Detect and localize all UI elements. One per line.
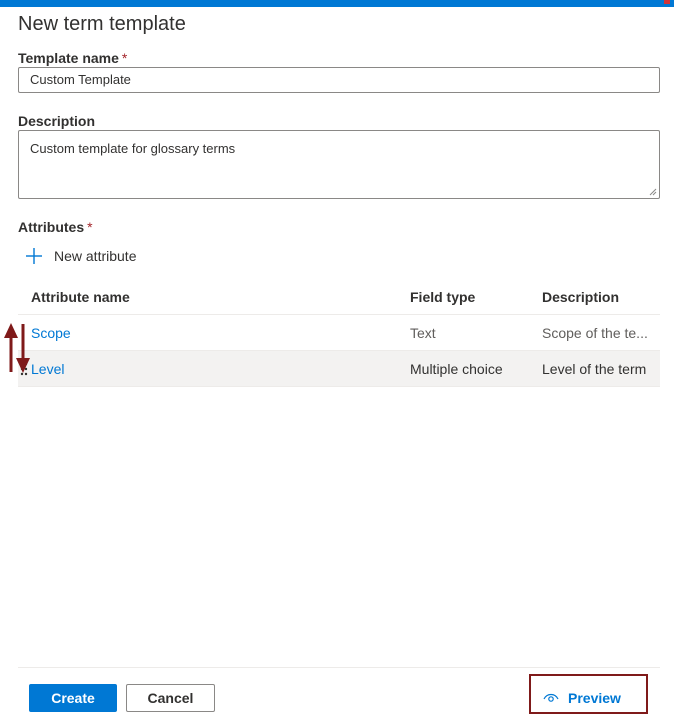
reorder-arrows-icon bbox=[4, 323, 30, 373]
plus-icon bbox=[26, 248, 42, 264]
cancel-button[interactable]: Cancel bbox=[126, 684, 215, 712]
new-attribute-button[interactable]: New attribute bbox=[24, 243, 136, 269]
top-bar-accent bbox=[664, 0, 670, 4]
attributes-table: Attribute name Field type Description Sc… bbox=[18, 280, 660, 387]
attributes-label: Attributes * bbox=[18, 219, 93, 235]
footer-divider bbox=[18, 667, 660, 668]
table-row[interactable]: Scope Text Scope of the te... bbox=[18, 315, 660, 351]
field-type-cell: Text bbox=[410, 324, 436, 341]
description-value: Custom template for glossary terms bbox=[30, 141, 236, 156]
preview-button[interactable]: Preview bbox=[543, 686, 621, 710]
required-mark: * bbox=[121, 50, 128, 66]
field-type-cell: Multiple choice bbox=[410, 360, 503, 377]
template-name-label: Template name * bbox=[18, 50, 127, 66]
description-cell: Level of the term bbox=[542, 360, 647, 377]
page-title: New term template bbox=[18, 13, 186, 35]
create-button[interactable]: Create bbox=[29, 684, 117, 712]
table-row[interactable]: Level Multiple choice Level of the term bbox=[18, 351, 660, 387]
template-name-label-text: Template name bbox=[18, 50, 119, 66]
eye-icon bbox=[543, 693, 559, 702]
table-header: Attribute name Field type Description bbox=[18, 280, 660, 315]
template-name-value: Custom Template bbox=[30, 72, 131, 87]
description-textarea[interactable]: Custom template for glossary terms bbox=[18, 130, 660, 199]
column-header-attribute-name[interactable]: Attribute name bbox=[31, 289, 130, 305]
resize-handle-icon[interactable] bbox=[649, 188, 657, 196]
top-bar bbox=[0, 0, 674, 7]
required-mark: * bbox=[87, 219, 93, 235]
new-attribute-label: New attribute bbox=[54, 248, 137, 264]
preview-label: Preview bbox=[568, 690, 621, 706]
attribute-name-link[interactable]: Level bbox=[31, 361, 64, 377]
template-name-input[interactable]: Custom Template bbox=[18, 67, 660, 93]
attribute-name-link[interactable]: Scope bbox=[31, 325, 71, 341]
column-header-description[interactable]: Description bbox=[542, 289, 654, 305]
column-header-field-type[interactable]: Field type bbox=[410, 289, 475, 305]
description-label: Description bbox=[18, 113, 96, 129]
description-cell: Scope of the te... bbox=[542, 324, 648, 341]
attributes-label-text: Attributes bbox=[18, 219, 85, 235]
